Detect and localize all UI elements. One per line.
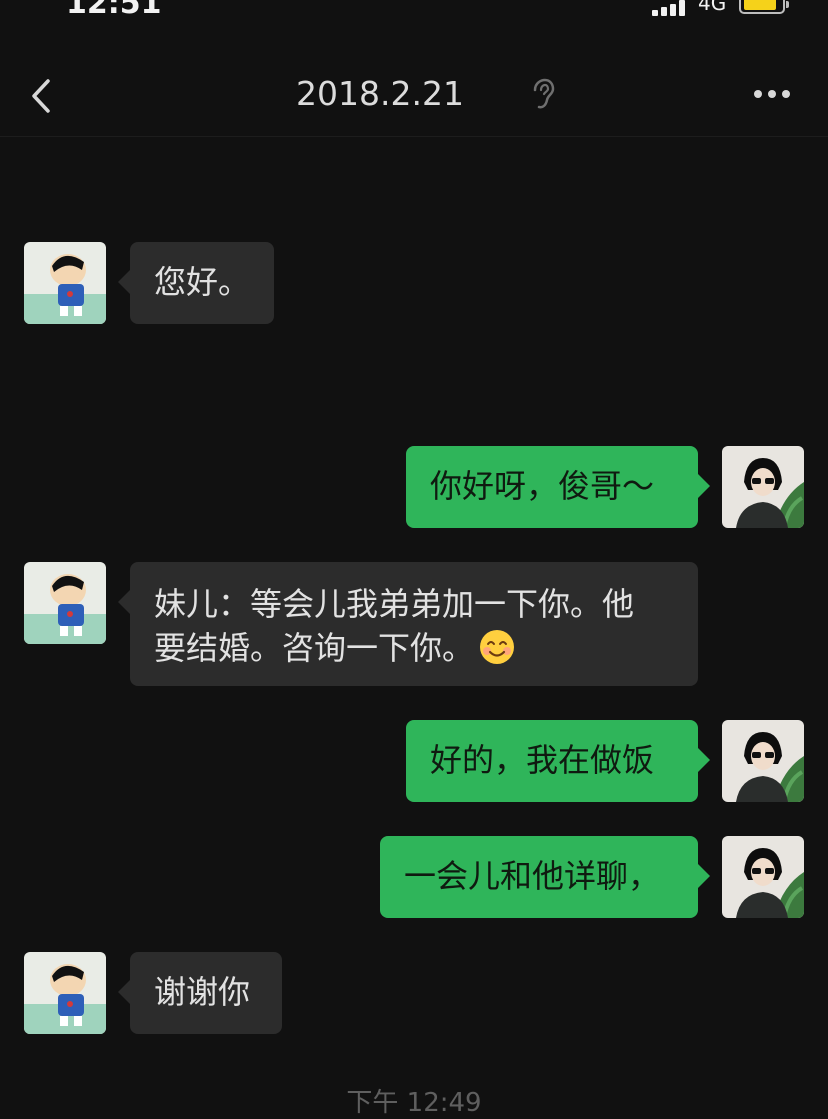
- avatar[interactable]: [24, 242, 106, 324]
- message-bubble[interactable]: 谢谢你: [118, 952, 282, 1034]
- avatar[interactable]: [722, 836, 804, 918]
- message-bubble[interactable]: 好的，我在做饭: [406, 720, 710, 802]
- signal-strength-icon: [652, 0, 692, 16]
- message-line: 妹儿：等会儿我弟弟加一下你。他: [154, 585, 635, 623]
- avatar[interactable]: [722, 446, 804, 528]
- message-line-with-emoji: 要结婚。咨询一下你。: [154, 626, 674, 670]
- chat-header: 2018.2.21: [0, 52, 828, 137]
- chat-title: 2018.2.21: [296, 74, 464, 113]
- message-incoming: 您好。: [0, 242, 828, 324]
- more-dots-icon[interactable]: [748, 86, 796, 102]
- battery-icon: [739, 0, 789, 14]
- status-time: 12:51: [66, 0, 162, 21]
- smiling-face-emoji-icon: [480, 630, 515, 664]
- status-bar: 12:51 4G: [0, 0, 828, 30]
- avatar[interactable]: [24, 952, 106, 1034]
- message-incoming: 谢谢你: [0, 952, 828, 1034]
- message-bubble[interactable]: 妹儿：等会儿我弟弟加一下你。他 要结婚。咨询一下你。: [118, 562, 698, 686]
- message-bubble[interactable]: 一会儿和他详聊，: [380, 836, 710, 918]
- message-line: 要结婚。咨询一下你。: [154, 629, 475, 667]
- avatar[interactable]: [24, 562, 106, 644]
- message-bubble[interactable]: 你好呀，俊哥～: [406, 446, 710, 528]
- avatar[interactable]: [722, 720, 804, 802]
- message-bubble[interactable]: 您好。: [118, 242, 274, 324]
- message-outgoing: 好的，我在做饭: [0, 720, 828, 802]
- message-timestamp: 下午 12:49: [346, 1088, 482, 1118]
- message-outgoing: 你好呀，俊哥～: [0, 446, 828, 528]
- ear-icon: [533, 78, 555, 109]
- network-type: 4G: [698, 0, 727, 15]
- message-outgoing: 一会儿和他详聊，: [0, 836, 828, 918]
- message-incoming: 妹儿：等会儿我弟弟加一下你。他 要结婚。咨询一下你。: [0, 562, 828, 686]
